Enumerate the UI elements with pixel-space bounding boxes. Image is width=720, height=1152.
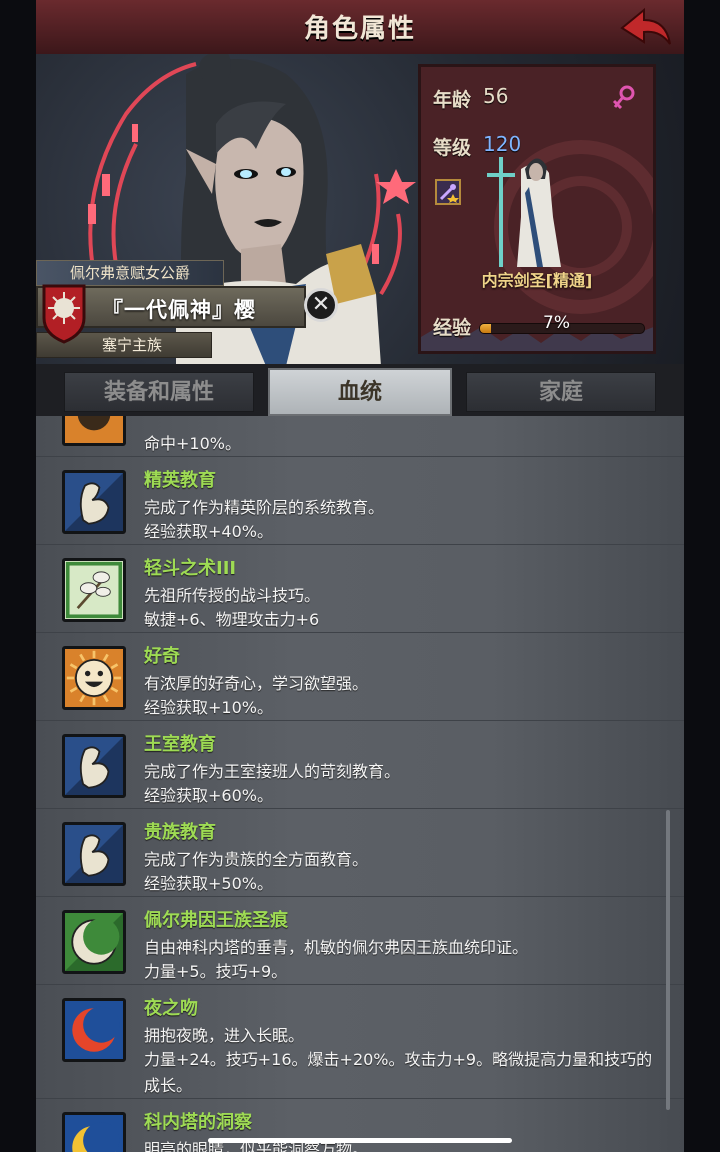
muscle-arm-icon (62, 470, 126, 534)
partial-trait-icon (62, 416, 126, 446)
trait-name: 好奇 (144, 646, 180, 667)
trait-row[interactable]: 夜之吻拥抱夜晚，进入长眠。力量+24。技巧+16。爆击+20%。攻击力+9。略微… (36, 984, 684, 1099)
home-indicator[interactable] (208, 1138, 512, 1143)
smiley-face-icon (62, 646, 126, 710)
trait-row[interactable]: 轻斗之术III 先祖所传授的战斗技巧。 敏捷+6、物理攻击力+6 (36, 544, 684, 633)
trait-description: 先祖所传授的战斗技巧。 (144, 586, 321, 605)
trait-description: 完成了作为贵族的全方面教育。 (144, 850, 369, 869)
female-gender-icon (612, 85, 635, 110)
trait-description: 完成了作为王室接班人的苛刻教育。 (144, 762, 401, 781)
age-label: 年龄 (433, 89, 472, 111)
close-icon[interactable]: ✕ (304, 288, 338, 322)
tab-equipment-attributes[interactable]: 装备和属性 (64, 372, 254, 412)
trait-row[interactable]: 贵族教育完成了作为贵族的全方面教育。 经验获取+50%。 (36, 808, 684, 897)
age-value: 56 (483, 84, 509, 108)
bloodline-trait-list[interactable]: 命中+10%。 精英教育 完成了作为精英阶层的系统教育。 经验获取+40%。 轻斗之术I… (36, 416, 684, 1152)
game-screen: 角色属性 佩尔弗意赋女公爵 『一代佩神』樱 塞宁主族 ✕ 年龄 56 等级 12… (36, 0, 684, 1152)
leaf-branch-icon-graphic (65, 561, 123, 619)
muscle-arm-icon-graphic (65, 825, 123, 883)
trait-description: 有浓厚的好奇心，学习欲望强。 (144, 674, 369, 693)
red-crescent-icon (62, 998, 126, 1062)
partial-trait-icon-graphic (65, 416, 123, 443)
tab-bloodline[interactable]: 血统 (268, 368, 452, 416)
red-crescent-icon-graphic (65, 1001, 123, 1059)
trait-row[interactable]: 精英教育完成了作为精英阶层的系统教育。 经验获取+40%。 (36, 456, 684, 545)
family-crest-icon (42, 284, 86, 344)
smiley-face-icon-graphic (65, 649, 123, 707)
trait-name: 佩尔弗因王族圣痕 (144, 910, 288, 931)
trait-effect: 经验获取+10%。 (144, 698, 273, 717)
level-label: 等级 (433, 137, 472, 159)
trait-name: 精英教育 (144, 470, 216, 491)
yellow-crescent-icon (62, 1112, 126, 1152)
page-title: 角色属性 (303, 14, 416, 44)
skill-badge-icon[interactable] (435, 179, 461, 205)
trait-effect: 力量+5。技巧+9。 (144, 962, 288, 981)
trait-effect: 力量+24。技巧+16。爆击+20%。攻击力+9。略微提高力量和技巧的成长。 (144, 1050, 653, 1095)
trait-name: 夜之吻 (144, 998, 198, 1019)
trait-effect: 经验获取+40%。 (144, 522, 273, 541)
trait-name: 轻斗之术III (144, 558, 237, 579)
trait-description: 命中+10%。 (144, 434, 241, 453)
trait-name: 贵族教育 (144, 822, 216, 843)
stats-panel: 年龄 56 等级 120 内宗剑圣[精通] 经验 7% (418, 64, 656, 354)
exp-percent: 7% (543, 313, 570, 333)
crescent-mark-icon (62, 910, 126, 974)
tab-bar: 装备和属性 血统 家庭 (36, 364, 684, 416)
header-bar: 角色属性 (36, 0, 684, 56)
scrollbar[interactable] (666, 810, 670, 1110)
muscle-arm-icon (62, 734, 126, 798)
muscle-arm-icon-graphic (65, 737, 123, 795)
key-star-icon (439, 184, 459, 203)
trait-row[interactable]: 王室教育完成了作为王室接班人的苛刻教育。 经验获取+60%。 (36, 720, 684, 809)
trait-row[interactable]: 好奇有浓厚的好奇心，学习欲望强。 经验获取+10%。 (36, 632, 684, 721)
back-arrow-icon[interactable] (616, 4, 676, 50)
leaf-branch-icon (62, 558, 126, 622)
level-value: 120 (483, 132, 522, 156)
trait-description: 拥抱夜晚，进入长眠。 (144, 1026, 305, 1045)
trait-row[interactable]: 佩尔弗因王族圣痕自由神科内塔的垂青，机敏的佩尔弗因王族血统印证。 力量+5。技巧+… (36, 896, 684, 985)
character-portrait-area: 佩尔弗意赋女公爵 『一代佩神』樱 塞宁主族 ✕ 年龄 56 等级 120 内宗剑… (36, 54, 684, 366)
trait-effect: 敏捷+6、物理攻击力+6 (144, 610, 320, 629)
trait-name: 王室教育 (144, 734, 216, 755)
trait-row[interactable]: 科内塔的洞察 明亮的眼睛，似乎能洞察万物。 (36, 1098, 684, 1152)
trait-row[interactable]: 命中+10%。 (36, 416, 684, 457)
crescent-mark-icon-graphic (65, 913, 123, 971)
trait-effect: 经验获取+50%。 (144, 874, 273, 893)
trait-name: 科内塔的洞察 (144, 1112, 252, 1133)
yellow-crescent-icon-graphic (65, 1115, 123, 1152)
trait-effect: 经验获取+60%。 (144, 786, 273, 805)
trait-description: 完成了作为精英阶层的系统教育。 (144, 498, 385, 517)
muscle-arm-icon (62, 822, 126, 886)
exp-label: 经验 (433, 317, 472, 339)
tab-family[interactable]: 家庭 (466, 372, 656, 412)
trait-description: 自由神科内塔的垂青，机敏的佩尔弗因王族血统印证。 (144, 938, 529, 957)
muscle-arm-icon-graphic (65, 473, 123, 531)
job-class-title: 内宗剑圣[精通] (481, 271, 593, 290)
character-name: 『一代佩神』樱 (102, 298, 256, 322)
exp-progress-fill (480, 324, 492, 333)
